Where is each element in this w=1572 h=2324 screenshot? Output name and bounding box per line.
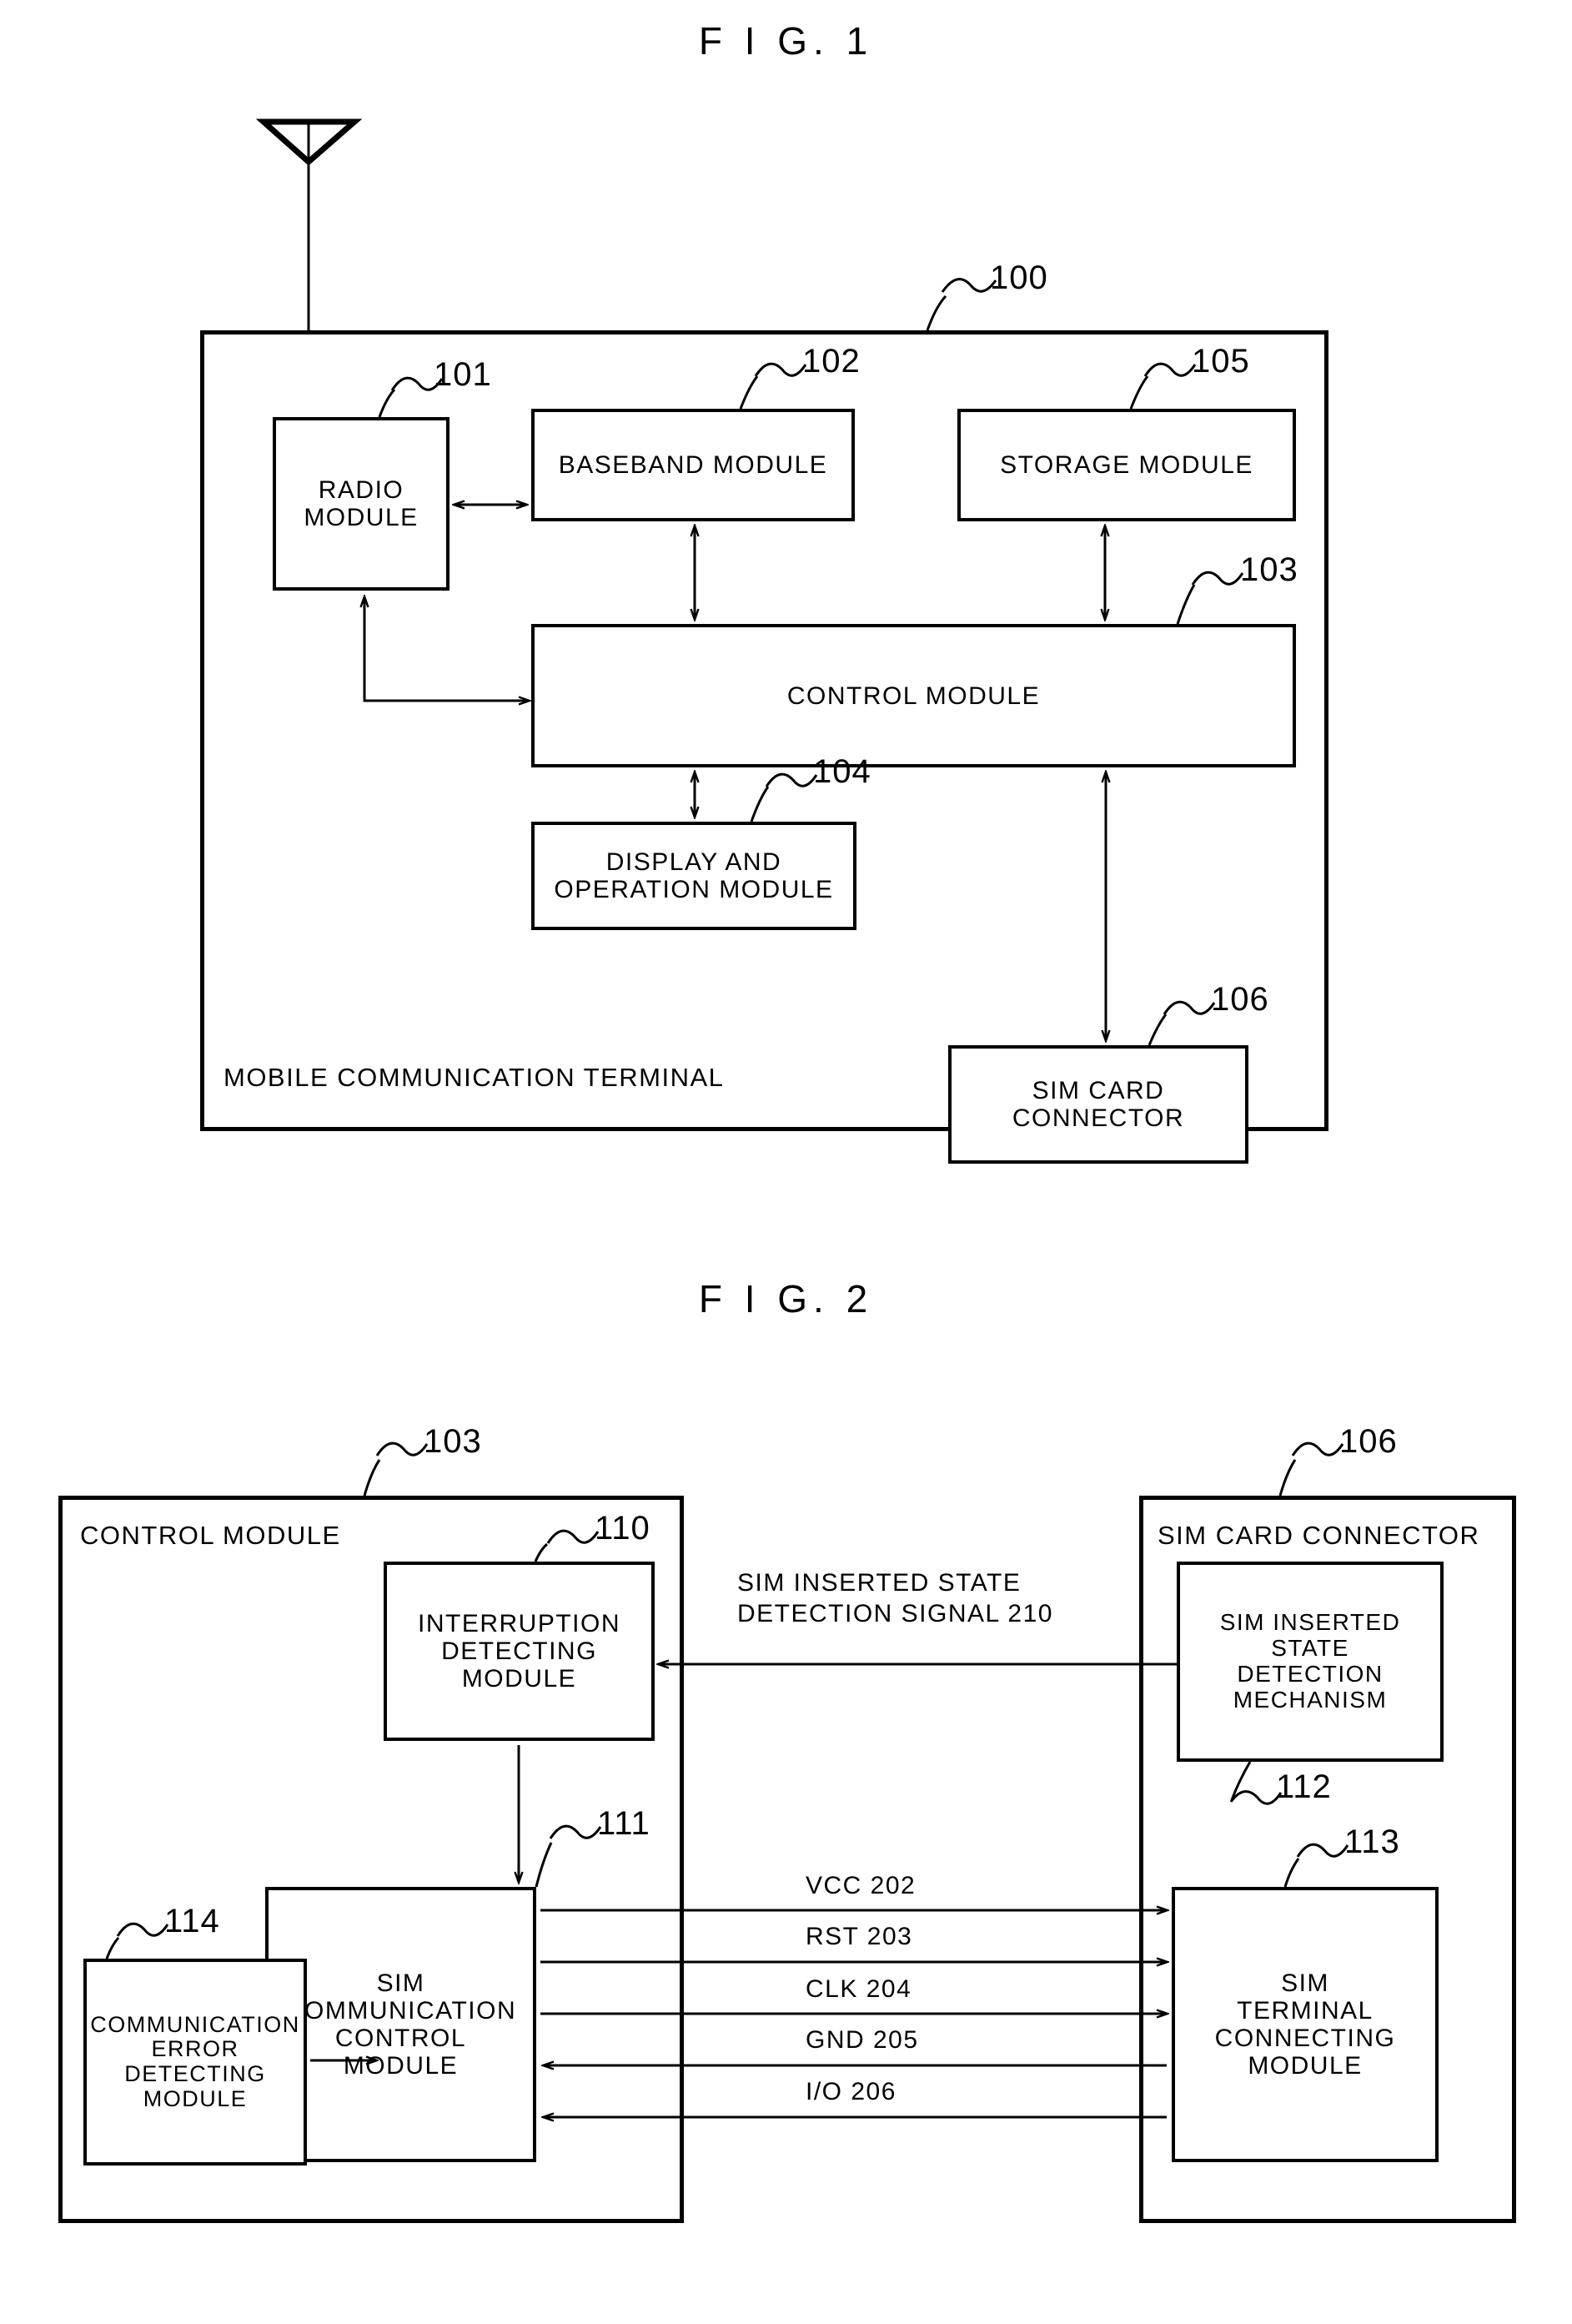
ref-102: 102 xyxy=(802,343,861,380)
control-module-label-fig1: CONTROL MODULE xyxy=(786,682,1041,710)
interruption-detecting-module-box: INTERRUPTION DETECTING MODULE xyxy=(384,1562,655,1741)
bus-signal-clk: CLK 204 xyxy=(806,1975,912,2003)
control-module-label-fig2: CONTROL MODULE xyxy=(80,1521,341,1550)
sim-card-connector-label-fig1: SIM CARD CONNECTOR xyxy=(1012,1077,1185,1132)
ref-113: 113 xyxy=(1344,1823,1400,1860)
baseband-module-box: BASEBAND MODULE xyxy=(531,409,855,521)
figure-2-title: F I G. 2 xyxy=(698,1277,874,1320)
sim-communication-control-module-label: SIM COMMUNICATION CONTROL MODULE xyxy=(284,1969,517,2080)
storage-module-label: STORAGE MODULE xyxy=(1000,451,1253,479)
ref-112: 112 xyxy=(1276,1768,1332,1805)
ref-103-fig2: 103 xyxy=(424,1423,482,1460)
ref-114: 114 xyxy=(164,1903,220,1939)
ref-103-fig1: 103 xyxy=(1240,551,1298,588)
sim-terminal-connecting-module-box: SIM TERMINAL CONNECTING MODULE xyxy=(1172,1887,1439,2162)
interruption-detecting-module-label: INTERRUPTION DETECTING MODULE xyxy=(418,1610,620,1693)
storage-module-box: STORAGE MODULE xyxy=(957,409,1296,521)
sim-inserted-state-detection-signal-label: SIM INSERTED STATE DETECTION SIGNAL 210 xyxy=(737,1569,1053,1627)
ref-111: 111 xyxy=(597,1805,650,1842)
figure-1-title: F I G. 1 xyxy=(698,19,874,63)
ref-100: 100 xyxy=(990,259,1048,296)
ref-106-fig2: 106 xyxy=(1339,1423,1398,1460)
baseband-module-label: BASEBAND MODULE xyxy=(558,451,828,479)
bus-signal-gnd: GND 205 xyxy=(806,2026,919,2054)
display-operation-module-label: DISPLAY AND OPERATION MODULE xyxy=(554,848,834,903)
bus-signal-io: I/O 206 xyxy=(806,2078,896,2105)
ref-101: 101 xyxy=(434,356,492,393)
ref-104: 104 xyxy=(813,753,871,790)
sim-inserted-state-detection-mechanism-label: SIM INSERTED STATE DETECTION MECHANISM xyxy=(1219,1609,1401,1713)
radio-module-box: RADIO MODULE xyxy=(273,417,450,591)
sim-inserted-state-detection-mechanism-box: SIM INSERTED STATE DETECTION MECHANISM xyxy=(1177,1562,1444,1762)
mobile-communication-terminal-label: MOBILE COMMUNICATION TERMINAL xyxy=(223,1063,725,1092)
communication-error-detecting-module-label: COMMUNICATION ERROR DETECTING MODULE xyxy=(90,2011,300,2111)
control-module-box-fig1: CONTROL MODULE xyxy=(531,624,1296,767)
bus-signal-vcc: VCC 202 xyxy=(806,1872,917,1899)
ref-105: 105 xyxy=(1192,343,1250,380)
radio-module-label: RADIO MODULE xyxy=(304,476,419,531)
sim-card-connector-label-fig2: SIM CARD CONNECTOR xyxy=(1158,1521,1480,1550)
display-operation-module-box: DISPLAY AND OPERATION MODULE xyxy=(531,822,856,930)
sim-card-connector-box-fig1: SIM CARD CONNECTOR xyxy=(948,1045,1248,1164)
bus-signal-rst: RST 203 xyxy=(806,1923,913,1950)
sim-terminal-connecting-module-label: SIM TERMINAL CONNECTING MODULE xyxy=(1214,1969,1396,2080)
communication-error-detecting-module-box: COMMUNICATION ERROR DETECTING MODULE xyxy=(83,1959,307,2166)
ref-110: 110 xyxy=(595,1510,650,1547)
ref-106-fig1: 106 xyxy=(1211,981,1269,1018)
